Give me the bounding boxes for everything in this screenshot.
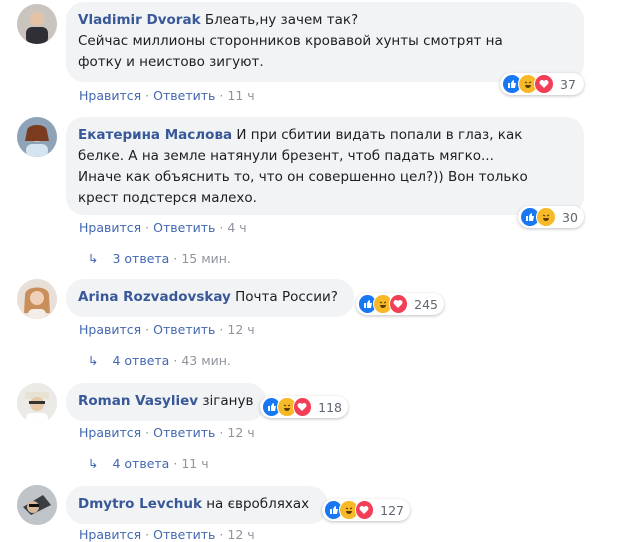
reactions-summary[interactable]: 127 [322, 499, 410, 521]
reactions-summary[interactable]: 37 [500, 73, 584, 95]
replies-time: 43 мин. [181, 353, 231, 368]
comment-bubble: Arina Rozvadovskay Почта России? [66, 279, 354, 317]
love-icon [354, 500, 375, 520]
comment-bubble: Dmytro Levchuk на євробляхах [66, 486, 328, 524]
like-link[interactable]: Нравится [79, 425, 141, 440]
comment-actions: Нравится · Ответить · 11 ч [79, 88, 255, 103]
comment-time[interactable]: 12 ч [227, 425, 254, 440]
reply-link[interactable]: Ответить [153, 322, 215, 337]
comment-time[interactable]: 11 ч [227, 88, 254, 103]
reactions-summary[interactable]: 118 [260, 396, 348, 418]
reactions-summary[interactable]: 30 [518, 206, 584, 228]
replies-time: 11 ч [181, 456, 209, 471]
replies-time: 15 мин. [181, 251, 231, 266]
replies-link[interactable]: ↳ 4 ответа · 43 мин. [88, 353, 231, 368]
comment-bubble: Vladimir Dvorak Блеать,ну зачем так? Сей… [66, 2, 584, 82]
replies-count[interactable]: 4 ответа [112, 456, 169, 471]
replies-count[interactable]: 3 ответа [112, 251, 169, 266]
reply-link[interactable]: Ответить [153, 425, 215, 440]
comment-author[interactable]: Roman Vasyliev [78, 393, 198, 409]
comment-author[interactable]: Dmytro Levchuk [78, 496, 202, 512]
replies-count[interactable]: 4 ответа [112, 353, 169, 368]
comment-author[interactable]: Vladimir Dvorak [78, 12, 201, 28]
replies-link[interactable]: ↳ 3 ответа · 15 мин. [88, 251, 231, 266]
avatar[interactable] [17, 279, 57, 319]
love-icon [292, 397, 313, 417]
reply-arrow-icon: ↳ [88, 456, 99, 471]
comment-author[interactable]: Arina Rozvadovskay [78, 289, 231, 305]
comment-actions: Нравится · Ответить · 12 ч [79, 425, 255, 440]
reaction-count: 127 [380, 502, 404, 518]
comment-bubble: Roman Vasyliev зіганув [66, 383, 266, 421]
comment-actions: Нравится · Ответить · 4 ч [79, 220, 247, 235]
avatar[interactable] [17, 383, 57, 423]
reactions-summary[interactable]: 245 [356, 293, 444, 315]
love-icon [388, 294, 409, 314]
avatar[interactable] [17, 485, 57, 525]
reaction-count: 37 [560, 76, 576, 92]
haha-icon [536, 207, 556, 227]
like-link[interactable]: Нравится [79, 322, 141, 337]
comment-time[interactable]: 4 ч [227, 220, 246, 235]
comment-time[interactable]: 12 ч [227, 322, 254, 337]
reaction-count: 245 [414, 296, 438, 312]
comment-actions: Нравится · Ответить · 12 ч [79, 322, 255, 337]
avatar[interactable] [17, 4, 57, 44]
comment-text: Почта России? [235, 289, 338, 305]
reply-link[interactable]: Ответить [153, 220, 215, 235]
reply-arrow-icon: ↳ [88, 251, 99, 266]
reaction-count: 30 [562, 209, 578, 225]
replies-link[interactable]: ↳ 4 ответа · 11 ч [88, 456, 209, 471]
comment-text: зіганув [202, 393, 254, 409]
reply-link[interactable]: Ответить [153, 88, 215, 103]
reply-arrow-icon: ↳ [88, 353, 99, 368]
like-link[interactable]: Нравится [79, 220, 141, 235]
like-link[interactable]: Нравится [79, 88, 141, 103]
love-icon [534, 74, 554, 94]
comment-bubble: Екатерина Маслова И при сбитии видать по… [66, 117, 584, 215]
comment-author[interactable]: Екатерина Маслова [78, 127, 232, 143]
reaction-count: 118 [318, 399, 342, 415]
comment-text: на євробляхах [206, 496, 310, 512]
avatar[interactable] [17, 117, 57, 157]
